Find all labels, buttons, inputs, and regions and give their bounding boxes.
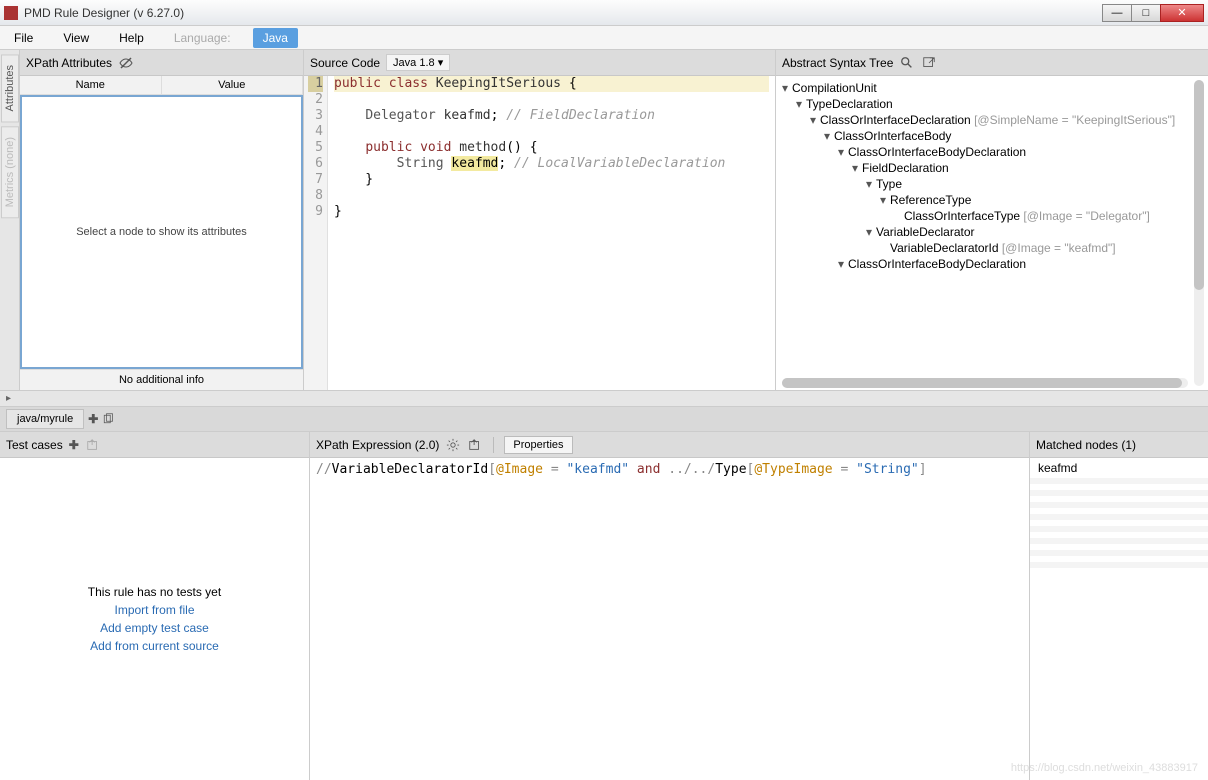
window-buttons: — □ ✕ — [1103, 4, 1204, 22]
titlebar: PMD Rule Designer (v 6.27.0) — □ ✕ — [0, 0, 1208, 26]
attributes-footer: No additional info — [20, 369, 303, 390]
add-rule-button[interactable]: ✚ — [84, 412, 102, 426]
add-empty-test-link[interactable]: Add empty test case — [100, 621, 209, 635]
code-text[interactable]: public class KeepingItSerious { Delegato… — [328, 76, 775, 390]
attributes-columns: Name Value — [20, 76, 303, 95]
ast-header: Abstract Syntax Tree — [776, 50, 1208, 76]
code-area[interactable]: 1 2 3 4 5 6 7 8 9 public class KeepingIt… — [304, 76, 775, 390]
ast-tree[interactable]: ▾ CompilationUnit▾ TypeDeclaration▾ Clas… — [776, 76, 1208, 390]
line-gutter: 1 2 3 4 5 6 7 8 9 — [304, 76, 328, 390]
gear-icon[interactable] — [445, 437, 461, 453]
tab-attributes[interactable]: Attributes — [1, 54, 19, 122]
upper-workspace: Attributes Metrics (none) XPath Attribut… — [0, 50, 1208, 390]
export-xpath-icon[interactable] — [467, 437, 483, 453]
source-header: Source Code Java 1.8 ▾ — [304, 50, 775, 76]
expander-handle[interactable]: ▸ — [0, 390, 1208, 406]
ast-node[interactable]: ▾ ClassOrInterfaceBodyDeclaration — [776, 144, 1208, 160]
matches-title: Matched nodes (1) — [1036, 438, 1136, 452]
export-icon[interactable] — [921, 55, 937, 71]
matches-panel: Matched nodes (1) keafmd — [1030, 432, 1208, 780]
xpath-panel: XPath Expression (2.0) Properties //Vari… — [310, 432, 1030, 780]
ast-node[interactable]: ▾ CompilationUnit — [776, 80, 1208, 96]
minimize-button[interactable]: — — [1102, 4, 1132, 22]
ast-node[interactable]: ▾ FieldDeclaration — [776, 160, 1208, 176]
xpath-title: XPath Expression (2.0) — [316, 438, 439, 452]
line-num: 7 — [308, 172, 323, 188]
match-row — [1030, 562, 1208, 568]
line-num: 1 — [308, 76, 323, 92]
matches-header: Matched nodes (1) — [1030, 432, 1208, 458]
source-title: Source Code — [310, 56, 380, 70]
watermark: https://blog.csdn.net/weixin_43883917 — [1011, 762, 1198, 774]
java-version-label: Java 1.8 — [393, 57, 435, 69]
line-num: 3 — [308, 108, 323, 124]
rule-tab[interactable]: java/myrule — [6, 409, 84, 429]
language-label: Language: — [166, 29, 239, 47]
ast-panel: Abstract Syntax Tree ▾ CompilationUnit▾ … — [776, 50, 1208, 390]
line-num: 5 — [308, 140, 323, 156]
lower-workspace: Test cases ✚ This rule has no tests yet … — [0, 432, 1208, 780]
match-row[interactable]: keafmd — [1030, 458, 1208, 478]
language-button[interactable]: Java — [253, 28, 298, 48]
attributes-header: XPath Attributes — [20, 50, 303, 76]
close-button[interactable]: ✕ — [1160, 4, 1204, 22]
properties-button[interactable]: Properties — [504, 436, 572, 454]
divider — [493, 437, 494, 453]
xpath-header: XPath Expression (2.0) Properties — [310, 432, 1029, 458]
attributes-panel: XPath Attributes Name Value Select a nod… — [20, 50, 304, 390]
menubar: File View Help Language: Java — [0, 26, 1208, 50]
tests-title: Test cases — [6, 438, 63, 452]
tests-body: This rule has no tests yet Import from f… — [0, 458, 309, 780]
ast-title: Abstract Syntax Tree — [782, 56, 893, 70]
ast-node[interactable]: ClassOrInterfaceType [@Image = "Delegato… — [776, 208, 1208, 224]
line-num: 6 — [308, 156, 323, 172]
tests-header: Test cases ✚ — [0, 432, 309, 458]
add-test-button[interactable]: ✚ — [69, 438, 79, 452]
ast-node[interactable]: ▾ ReferenceType — [776, 192, 1208, 208]
tests-empty-label: This rule has no tests yet — [88, 585, 221, 599]
ast-node[interactable]: ▾ ClassOrInterfaceBody — [776, 128, 1208, 144]
copy-rule-button[interactable] — [102, 413, 120, 425]
window-title: PMD Rule Designer (v 6.27.0) — [24, 6, 1103, 20]
ast-node[interactable]: ▾ VariableDeclarator — [776, 224, 1208, 240]
ast-node[interactable]: ▾ ClassOrInterfaceBodyDeclaration — [776, 256, 1208, 272]
maximize-button[interactable]: □ — [1131, 4, 1161, 22]
line-num: 2 — [308, 92, 323, 108]
line-num: 4 — [308, 124, 323, 140]
ast-hscrollbar[interactable] — [782, 378, 1188, 388]
ast-vscrollbar[interactable] — [1194, 80, 1204, 386]
menu-help[interactable]: Help — [111, 29, 152, 47]
chevron-down-icon: ▾ — [438, 57, 444, 69]
ast-node[interactable]: ▾ TypeDeclaration — [776, 96, 1208, 112]
ast-vthumb[interactable] — [1194, 80, 1204, 290]
col-name[interactable]: Name — [20, 76, 162, 94]
import-from-file-link[interactable]: Import from file — [114, 603, 194, 617]
java-version-select[interactable]: Java 1.8 ▾ — [386, 54, 450, 71]
rule-tabbar: java/myrule ✚ — [0, 406, 1208, 432]
menu-view[interactable]: View — [55, 29, 97, 47]
attributes-empty: Select a node to show its attributes — [20, 95, 303, 369]
line-num: 9 — [308, 204, 323, 220]
export-tests-icon[interactable] — [85, 437, 101, 453]
ast-node[interactable]: VariableDeclaratorId [@Image = "keafmd"] — [776, 240, 1208, 256]
col-value[interactable]: Value — [162, 76, 304, 94]
search-icon[interactable] — [899, 55, 915, 71]
tests-panel: Test cases ✚ This rule has no tests yet … — [0, 432, 310, 780]
side-gutter: Attributes Metrics (none) — [0, 50, 20, 390]
ast-node[interactable]: ▾ ClassOrInterfaceDeclaration [@SimpleNa… — [776, 112, 1208, 128]
tab-metrics[interactable]: Metrics (none) — [1, 126, 19, 218]
matches-list: keafmd — [1030, 458, 1208, 780]
visibility-icon[interactable] — [118, 55, 134, 71]
expand-arrow-icon: ▸ — [6, 393, 11, 404]
app-icon — [4, 6, 18, 20]
ast-hthumb[interactable] — [782, 378, 1182, 388]
source-panel: Source Code Java 1.8 ▾ 1 2 3 4 5 6 7 8 9… — [304, 50, 776, 390]
line-num: 8 — [308, 188, 323, 204]
menu-file[interactable]: File — [6, 29, 41, 47]
xpath-expression[interactable]: //VariableDeclaratorId[@Image = "keafmd"… — [310, 458, 1029, 780]
ast-node[interactable]: ▾ Type — [776, 176, 1208, 192]
attributes-title: XPath Attributes — [26, 56, 112, 70]
add-from-source-link[interactable]: Add from current source — [90, 639, 219, 653]
